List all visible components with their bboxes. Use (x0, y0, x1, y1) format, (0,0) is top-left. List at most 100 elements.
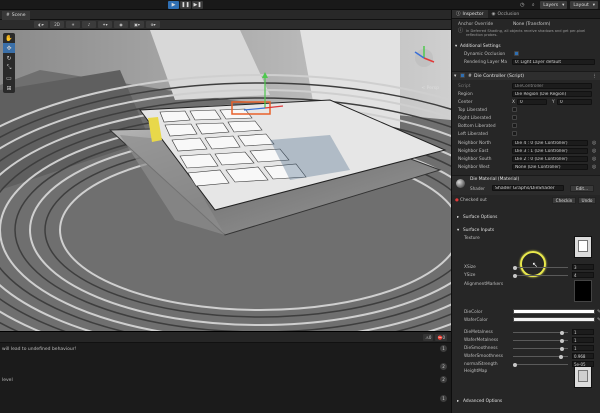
slider-knob[interactable] (558, 354, 563, 359)
slider-value[interactable]: 1 (572, 337, 594, 343)
info-icon: ⓘ (458, 28, 464, 34)
wafer-color-field[interactable] (513, 317, 595, 322)
checkin-button[interactable]: Checkin (552, 196, 576, 204)
xsize-value[interactable]: 3 (572, 264, 594, 270)
region-field[interactable]: Die Region (Die Region) (512, 91, 592, 97)
neighbor-field[interactable]: None (Die Controller) (512, 164, 588, 170)
xsize-knob[interactable] (513, 265, 517, 270)
hidden-objects-button[interactable]: ◉ (114, 21, 128, 28)
effects-button[interactable]: ✦▾ (98, 21, 112, 28)
xsize-row: XSize 3 (452, 263, 600, 271)
alignment-markers-slot[interactable] (574, 280, 592, 302)
material-header[interactable]: Die Material (Material) Shader Shader Gr… (452, 175, 600, 195)
audio-toggle[interactable]: ♪ (82, 21, 96, 28)
ysize-knob[interactable] (513, 273, 517, 278)
anchor-override-value[interactable]: None (Transform) (513, 22, 550, 27)
console-line[interactable]: 2 (0, 362, 451, 372)
console-line[interactable]: level 2 (0, 375, 451, 385)
layers-dropdown[interactable]: Layers ▾ (540, 1, 568, 9)
surface-options-header[interactable]: ▸ Surface Options (452, 213, 600, 221)
lighting-toggle[interactable]: ☀ (66, 21, 80, 28)
slider-track[interactable] (513, 346, 568, 351)
xsize-slider[interactable] (513, 265, 568, 270)
die-color-field[interactable] (513, 309, 595, 314)
script-label: Script (458, 83, 471, 89)
pause-button[interactable]: ❚❚ (180, 1, 191, 9)
slider-track[interactable] (513, 354, 568, 359)
chevron-right-icon: ▸ (457, 398, 460, 404)
neighbor-field[interactable]: Die 3 : 1 (Die Controller) (512, 148, 588, 154)
hand-tool-icon[interactable]: ✋ (3, 33, 15, 43)
persp-label[interactable]: < Persp (421, 86, 439, 91)
ysize-value[interactable]: 4 (572, 272, 594, 278)
transform-tool-icon[interactable]: ⊞ (3, 83, 15, 93)
wafer-color-label: WaferColor (464, 317, 488, 323)
gizmos-button[interactable]: ⊕▾ (146, 21, 160, 28)
tab-occlusion[interactable]: ◉ Occlusion (488, 10, 524, 18)
error-count[interactable]: ⛔ 0 (435, 333, 447, 341)
object-picker-icon[interactable]: ◎ (592, 164, 596, 170)
camera-settings-button[interactable]: ▣▾ (130, 21, 144, 28)
slider-track[interactable] (513, 330, 568, 335)
left-liberated-checkbox[interactable] (512, 131, 517, 136)
object-picker-icon[interactable]: ◎ (592, 140, 596, 146)
play-button[interactable]: ▶ (168, 1, 179, 9)
info-icon: ⓘ (456, 12, 461, 17)
rect-tool-icon[interactable]: ▭ (3, 73, 15, 83)
search-icon[interactable]: ⌕ (529, 1, 537, 9)
height-map-slot[interactable] (574, 366, 592, 388)
console-line[interactable]: will lead to undefined behaviour! 1 (0, 344, 451, 354)
die-controller-header[interactable]: ▾ # Die Controller (Script) ⋮ (452, 71, 600, 80)
center-label: Center (458, 99, 473, 105)
undo-button[interactable]: Undo (578, 196, 596, 204)
neighbor-field[interactable]: Die 2 : 0 (Die Controller) (512, 156, 588, 162)
slider-track[interactable] (513, 338, 568, 343)
bottom-liberated-checkbox[interactable] (512, 123, 517, 128)
neighbor-field[interactable]: Die 4 : 0 (Die Controller) (512, 140, 588, 146)
history-icon[interactable]: ◷ (518, 1, 526, 9)
console-line[interactable]: 1 (0, 394, 451, 404)
texture-thumbnail (578, 240, 588, 252)
object-picker-icon[interactable]: ◎ (592, 156, 596, 162)
texture-slot[interactable] (574, 236, 592, 258)
center-x-field[interactable]: 0 (517, 99, 547, 105)
tab-scene[interactable]: # Scene (2, 11, 30, 20)
rotate-tool-icon[interactable]: ↻ (3, 53, 15, 63)
scene-viewport[interactable]: ✋ ✥ ↻ ⤡ ▭ ⊞ < Persp (0, 30, 451, 331)
slider-track[interactable] (513, 362, 568, 367)
2d-toggle[interactable]: 2D (50, 21, 64, 28)
left-liberated-row: Left Liberated (452, 130, 600, 138)
scale-tool-icon[interactable]: ⤡ (3, 63, 15, 73)
warning-count[interactable]: ⚠ 0 (423, 333, 434, 341)
console-count-badge: 2 (440, 376, 447, 383)
slider-knob[interactable] (560, 330, 565, 335)
slider-value[interactable]: 1 (572, 345, 594, 351)
surface-inputs-label: Surface Inputs (463, 227, 495, 233)
dynamic-occlusion-checkbox[interactable] (514, 51, 519, 56)
shading-mode-button[interactable]: ◐▾ (34, 21, 48, 28)
slider-label: WaferMetalness (464, 337, 499, 343)
slider-value[interactable]: 1 (572, 329, 594, 335)
layout-dropdown[interactable]: Layout ▾ (570, 1, 598, 9)
additional-settings-header[interactable]: ▾ Additional Settings (452, 42, 600, 50)
move-tool-icon[interactable]: ✥ (3, 43, 15, 53)
component-enabled-checkbox[interactable] (460, 73, 465, 78)
advanced-options-header[interactable]: ▸ Advanced Options (452, 397, 600, 405)
surface-inputs-header[interactable]: ▾ Surface Inputs (452, 226, 600, 234)
ysize-slider[interactable] (513, 273, 568, 278)
inspector-panel: ⓘ Inspector ◉ Occlusion Anchor Override No… (451, 10, 600, 413)
right-liberated-checkbox[interactable] (512, 115, 517, 120)
rendering-layer-dropdown[interactable]: 0: Light Layer default (512, 59, 595, 65)
top-liberated-checkbox[interactable] (512, 107, 517, 112)
menu-icon[interactable]: ⋮ (592, 74, 597, 79)
slider-value[interactable]: 0.968 (572, 353, 594, 359)
step-button[interactable]: ▶❚ (192, 1, 203, 9)
slider-knob[interactable] (513, 362, 517, 367)
slider-knob[interactable] (560, 346, 565, 351)
shader-dropdown[interactable]: Shader Graphs/DieShader (492, 185, 564, 191)
tab-inspector[interactable]: ⓘ Inspector (452, 10, 488, 18)
edit-shader-button[interactable]: Edit... (570, 185, 594, 192)
slider-knob[interactable] (560, 338, 565, 343)
center-y-field[interactable]: 0 (557, 99, 592, 105)
object-picker-icon[interactable]: ◎ (592, 148, 596, 154)
